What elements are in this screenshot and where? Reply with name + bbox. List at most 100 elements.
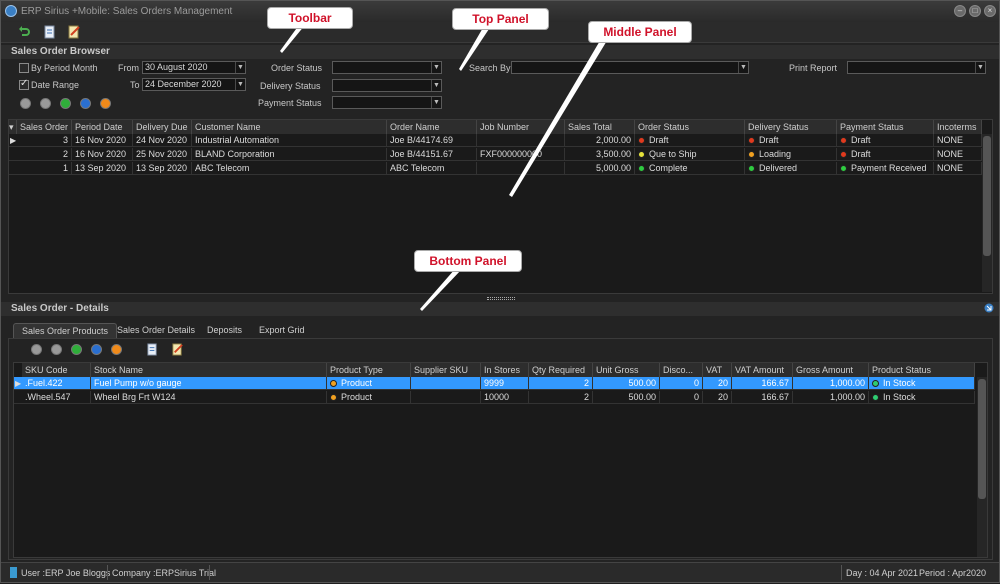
products-scroll-thumb[interactable]: [978, 379, 986, 499]
cell-payment[interactable]: Payment Received: [837, 162, 934, 175]
chevron-down-icon[interactable]: ▼: [431, 97, 441, 108]
cell-name[interactable]: Wheel Brg Frt W124: [91, 391, 327, 404]
close-icon[interactable]: ×: [984, 5, 996, 17]
products-column-header[interactable]: Disco...: [660, 363, 703, 377]
products-column-header[interactable]: Stock Name: [91, 363, 327, 377]
cell-qty[interactable]: 2: [529, 391, 593, 404]
refresh-products-icon[interactable]: [111, 344, 122, 355]
cell-total[interactable]: 3,500.00: [565, 148, 635, 161]
cell-vat-amt[interactable]: 166.67: [732, 377, 793, 390]
cell-so[interactable]: 1: [17, 162, 72, 175]
new-document-icon[interactable]: [43, 25, 57, 39]
edit-product-icon[interactable]: [171, 343, 184, 356]
orders-scroll-thumb[interactable]: [983, 136, 991, 256]
chevron-down-icon[interactable]: ▼: [431, 80, 441, 91]
orders-column-header[interactable]: Payment Status: [837, 120, 934, 134]
next-product-icon[interactable]: [71, 344, 82, 355]
products-column-header[interactable]: Unit Gross: [593, 363, 660, 377]
panel-splitter[interactable]: [487, 297, 515, 300]
products-scrollbar[interactable]: [977, 377, 987, 557]
cell-job[interactable]: FXF000000000: [477, 148, 565, 161]
cell-supplier[interactable]: [411, 377, 481, 390]
cell-order-name[interactable]: ABC Telecom: [387, 162, 477, 175]
orders-column-header[interactable]: Delivery Due: [133, 120, 192, 134]
products-column-header[interactable]: VAT: [703, 363, 732, 377]
previous-product-icon[interactable]: [51, 344, 62, 355]
cell-so[interactable]: 3: [17, 134, 72, 147]
previous-record-icon[interactable]: [40, 98, 51, 109]
minimize-icon[interactable]: –: [954, 5, 966, 17]
cell-order-status[interactable]: Complete: [635, 162, 745, 175]
cell-stores[interactable]: 9999: [481, 377, 529, 390]
search-by-select[interactable]: ▼: [511, 61, 749, 74]
cell-customer[interactable]: BLAND Corporation: [192, 148, 387, 161]
cell-order-name[interactable]: Joe B/44174.69: [387, 134, 477, 147]
cell-qty[interactable]: 2: [529, 377, 593, 390]
tab-export-grid[interactable]: Export Grid: [251, 323, 313, 338]
cell-order-status[interactable]: Draft: [635, 134, 745, 147]
to-date-field[interactable]: 24 December 2020 ▼: [142, 78, 246, 91]
products-column-header[interactable]: SKU Code: [22, 363, 91, 377]
products-column-header[interactable]: In Stores: [481, 363, 529, 377]
new-product-icon[interactable]: [146, 343, 159, 356]
cell-period[interactable]: 13 Sep 2020: [72, 162, 133, 175]
cell-status[interactable]: In Stock: [869, 391, 975, 404]
orders-column-header[interactable]: Incoterms: [934, 120, 982, 134]
cell-customer[interactable]: Industrial Automation: [192, 134, 387, 147]
tab-deposits[interactable]: Deposits: [199, 323, 250, 338]
refresh-icon[interactable]: [17, 25, 31, 39]
expand-panel-icon[interactable]: [984, 303, 994, 313]
cell-disc[interactable]: 0: [660, 377, 703, 390]
cell-incoterms[interactable]: NONE: [934, 162, 982, 175]
cell-due[interactable]: 24 Nov 2020: [133, 134, 192, 147]
products-column-header[interactable]: VAT Amount: [732, 363, 793, 377]
date-range-checkbox[interactable]: [19, 78, 29, 90]
orders-column-header[interactable]: Sales Total: [565, 120, 635, 134]
cell-due[interactable]: 25 Nov 2020: [133, 148, 192, 161]
maximize-icon[interactable]: □: [969, 5, 981, 17]
cell-unit[interactable]: 500.00: [593, 377, 660, 390]
from-date-field[interactable]: 30 August 2020 ▼: [142, 61, 246, 74]
cell-delivery[interactable]: Delivered: [745, 162, 837, 175]
orders-scrollbar[interactable]: [982, 134, 992, 292]
delivery-status-select[interactable]: ▼: [332, 79, 442, 92]
last-product-icon[interactable]: [91, 344, 102, 355]
cell-name[interactable]: Fuel Pump w/o gauge: [91, 377, 327, 390]
chevron-down-icon[interactable]: ▼: [235, 62, 245, 73]
cell-stores[interactable]: 10000: [481, 391, 529, 404]
chevron-down-icon[interactable]: ▼: [975, 62, 985, 73]
cell-total[interactable]: 5,000.00: [565, 162, 635, 175]
cell-period[interactable]: 16 Nov 2020: [72, 148, 133, 161]
products-column-header[interactable]: Qty Required: [529, 363, 593, 377]
cell-incoterms[interactable]: NONE: [934, 148, 982, 161]
cell-gross[interactable]: 1,000.00: [793, 391, 869, 404]
cell-unit[interactable]: 500.00: [593, 391, 660, 404]
cell-total[interactable]: 2,000.00: [565, 134, 635, 147]
cell-order-name[interactable]: Joe B/44151.67: [387, 148, 477, 161]
cell-status[interactable]: In Stock: [869, 377, 975, 390]
cell-sku[interactable]: .Fuel.422: [22, 377, 91, 390]
orders-column-header[interactable]: Order Status: [635, 120, 745, 134]
cell-gross[interactable]: 1,000.00: [793, 377, 869, 390]
refresh-grid-icon[interactable]: [100, 98, 111, 109]
first-record-icon[interactable]: [20, 98, 31, 109]
cell-job[interactable]: [477, 134, 565, 147]
cell-vat-amt[interactable]: 166.67: [732, 391, 793, 404]
cell-payment[interactable]: Draft: [837, 148, 934, 161]
last-record-icon[interactable]: [80, 98, 91, 109]
cell-vat[interactable]: 20: [703, 391, 732, 404]
cell-sku[interactable]: .Wheel.547: [22, 391, 91, 404]
orders-column-header[interactable]: Customer Name: [192, 120, 387, 134]
cell-so[interactable]: 2: [17, 148, 72, 161]
tab-sales-order-details[interactable]: Sales Order Details: [109, 323, 203, 338]
cell-job[interactable]: [477, 162, 565, 175]
order-status-select[interactable]: ▼: [332, 61, 442, 74]
orders-column-header[interactable]: Period Date: [72, 120, 133, 134]
cell-due[interactable]: 13 Sep 2020: [133, 162, 192, 175]
cell-order-status[interactable]: Que to Ship: [635, 148, 745, 161]
cell-delivery[interactable]: Loading: [745, 148, 837, 161]
orders-column-header[interactable]: Sales Order: [17, 120, 72, 134]
cell-delivery[interactable]: Draft: [745, 134, 837, 147]
chevron-down-icon[interactable]: ▼: [738, 62, 748, 73]
orders-column-header[interactable]: Delivery Status: [745, 120, 837, 134]
